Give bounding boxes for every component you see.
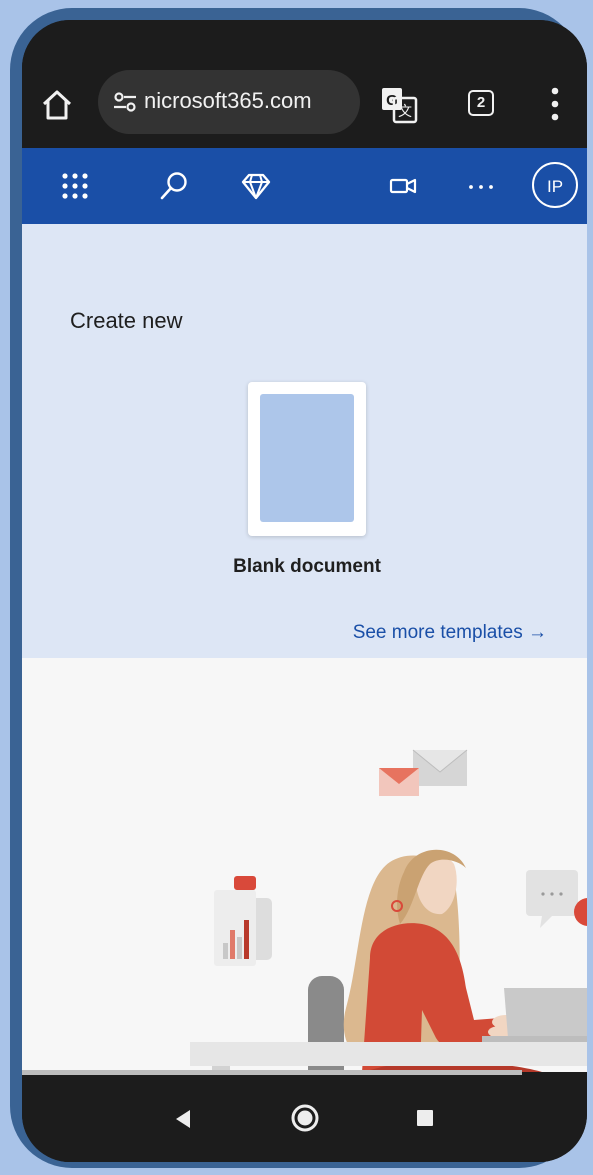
browser-toolbar: nicrosoft365.com G 文 2	[22, 20, 587, 148]
device-screen: nicrosoft365.com G 文 2 IP Create new Bla…	[22, 20, 587, 1162]
site-settings-icon[interactable]	[112, 89, 138, 115]
more-vert-icon[interactable]	[550, 86, 560, 122]
tabs-counter-button[interactable]: 2	[468, 90, 494, 116]
back-icon[interactable]	[174, 1109, 192, 1129]
svg-text:文: 文	[398, 104, 412, 120]
url-text[interactable]: nicrosoft365.com	[144, 88, 312, 114]
app-launcher-icon[interactable]	[60, 170, 90, 202]
svg-text:G: G	[386, 92, 398, 109]
chat-bubble-icon	[526, 870, 587, 928]
home-icon[interactable]	[40, 88, 74, 122]
blank-document-thumbnail	[260, 394, 354, 522]
create-new-heading: Create new	[70, 308, 183, 333]
see-more-templates-link[interactable]: See more templates →	[353, 622, 547, 644]
account-avatar[interactable]: IP	[532, 162, 578, 208]
blank-document-label[interactable]: Blank document	[22, 556, 587, 578]
woman-at-laptop-illustration	[190, 749, 587, 1072]
search-icon[interactable]	[158, 170, 190, 202]
create-new-section: Create new Blank document See more templ…	[22, 224, 587, 658]
home-circle-icon[interactable]	[290, 1103, 320, 1133]
recents-icon[interactable]	[416, 1109, 434, 1127]
premium-diamond-icon[interactable]	[240, 170, 272, 202]
android-nav-bar	[22, 1075, 587, 1162]
more-horiz-icon[interactable]	[466, 170, 496, 202]
video-icon[interactable]	[388, 170, 418, 202]
translate-icon[interactable]: G 文	[380, 86, 418, 124]
illustration-area	[22, 658, 587, 1072]
clipboard-chart-icon	[214, 876, 272, 966]
m365-header: IP	[22, 148, 587, 224]
address-bar[interactable]: nicrosoft365.com	[98, 70, 360, 134]
envelope-red-icon	[379, 768, 419, 796]
envelope-gray-icon	[412, 749, 468, 786]
blank-document-card[interactable]	[248, 382, 366, 536]
